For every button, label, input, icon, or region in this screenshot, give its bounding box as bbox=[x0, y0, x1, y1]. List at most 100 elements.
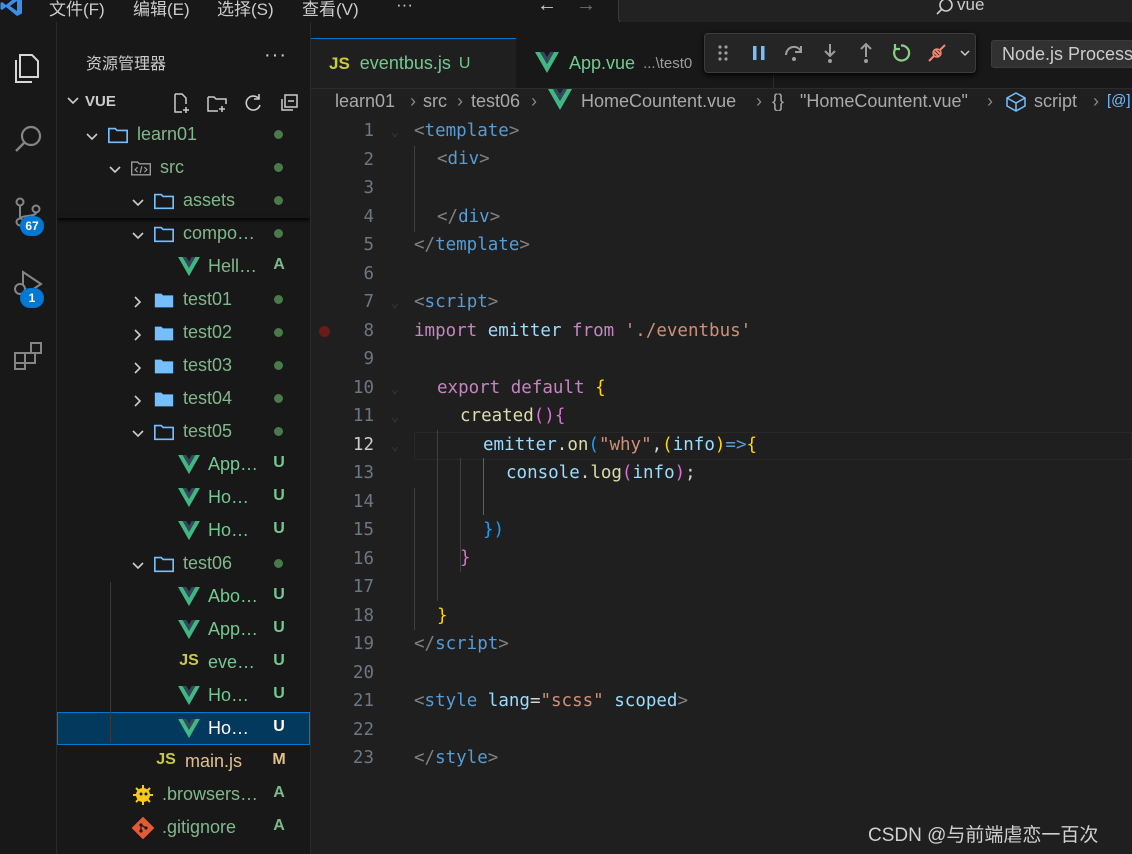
tab-eventbus-js[interactable]: JS eventbus.js U bbox=[311, 38, 516, 88]
tree-item[interactable]: src bbox=[57, 151, 310, 184]
line-number: 20 bbox=[352, 662, 374, 683]
fold-chevron-icon[interactable]: ⌄ bbox=[391, 439, 399, 454]
code-line-1: <template> bbox=[414, 121, 520, 141]
collapse-all-icon[interactable] bbox=[275, 91, 303, 115]
git-status-badge: U bbox=[273, 619, 285, 636]
vue-file-icon bbox=[535, 52, 559, 73]
vue-file-icon bbox=[178, 256, 200, 278]
restart-icon[interactable] bbox=[883, 35, 919, 71]
code-line-18: } bbox=[437, 606, 448, 626]
git-status-dot bbox=[274, 559, 283, 568]
tree-item[interactable]: test01 bbox=[57, 283, 310, 316]
breadcrumb-item[interactable]: src bbox=[423, 91, 447, 112]
tree-item[interactable]: App.vue U bbox=[57, 448, 310, 481]
breadcrumb-item[interactable]: script bbox=[1034, 91, 1077, 112]
tree-item[interactable]: App.vue U bbox=[57, 613, 310, 646]
menu-edit[interactable]: 编辑(E) bbox=[133, 0, 190, 20]
step-out-icon[interactable] bbox=[848, 35, 884, 71]
tree-item[interactable]: Home.vue U bbox=[57, 481, 310, 514]
vscode-logo-icon bbox=[0, 0, 22, 16]
tree-item-label: HomeC... bbox=[208, 718, 262, 738]
drag-handle-icon[interactable] bbox=[705, 35, 741, 71]
tree-item-label: compone... bbox=[183, 223, 260, 243]
tree-item[interactable]: test05 bbox=[57, 415, 310, 448]
fold-chevron-icon[interactable]: ⌄ bbox=[391, 125, 399, 140]
menu-file[interactable]: 文件(F) bbox=[49, 0, 105, 20]
pause-icon[interactable] bbox=[741, 35, 777, 71]
new-file-icon[interactable] bbox=[167, 91, 195, 115]
extensions-activity[interactable] bbox=[0, 332, 56, 380]
line-number: 13 bbox=[352, 463, 374, 483]
tree-item[interactable]: learn01 bbox=[57, 118, 310, 151]
tree-item[interactable]: test02 bbox=[57, 316, 310, 349]
activity-bar: 67 1 bbox=[0, 22, 57, 854]
search-activity[interactable] bbox=[0, 116, 56, 164]
menu-more[interactable]: ··· bbox=[396, 0, 413, 15]
sidebar-more-button[interactable]: ··· bbox=[264, 44, 287, 67]
fold-chevron-icon[interactable]: ⌄ bbox=[391, 382, 399, 397]
run-debug-activity[interactable]: 1 bbox=[0, 260, 56, 308]
tree-item-label: App.vue bbox=[208, 454, 262, 474]
tree-item[interactable]: .gitignore A bbox=[57, 811, 310, 844]
disconnect-icon[interactable] bbox=[919, 35, 955, 71]
tree-item-label: Home.vue bbox=[208, 487, 262, 507]
fold-chevron-icon[interactable]: ⌄ bbox=[391, 296, 399, 311]
breadcrumb-item[interactable]: test06 bbox=[471, 91, 520, 112]
line-number: 6 bbox=[363, 263, 374, 284]
tree-item-label: .gitignore bbox=[162, 817, 237, 837]
fold-chevron-icon[interactable]: ⌄ bbox=[391, 410, 399, 425]
script-icon bbox=[1005, 92, 1027, 115]
step-into-icon[interactable] bbox=[812, 35, 848, 71]
git-status-dot bbox=[274, 394, 283, 403]
breadcrumb-item[interactable]: learn01 bbox=[335, 91, 395, 112]
menu-view[interactable]: 查看(V) bbox=[302, 0, 359, 20]
tree-item[interactable]: Home.vue U bbox=[57, 679, 310, 712]
tree-item[interactable]: JS main.js M bbox=[57, 745, 310, 778]
tree-item[interactable]: HelloWo... A bbox=[57, 250, 310, 283]
tree-item-label: test04 bbox=[183, 388, 233, 408]
folder-icon bbox=[153, 388, 175, 410]
git-icon bbox=[132, 817, 154, 839]
folder-icon bbox=[153, 289, 175, 311]
vue-file-icon bbox=[178, 685, 200, 707]
code-line-5: </template> bbox=[414, 235, 530, 255]
tab-label: App.vue bbox=[569, 52, 636, 73]
code-editor[interactable]: 1 2 3 4 5 6 7 8 9 10 11 12 13 14 15 16 17 18 19 20 21 22 23 ⌄ ⌄ ⌄… bbox=[311, 118, 1132, 854]
code-line-11: created(){ bbox=[460, 406, 566, 426]
tree-item[interactable]: assets bbox=[57, 184, 310, 217]
command-center-search[interactable]: vue bbox=[618, 0, 1132, 24]
tree-item[interactable]: test03 bbox=[57, 349, 310, 382]
chevron-down-icon bbox=[131, 194, 145, 215]
menu-selection[interactable]: 选择(S) bbox=[217, 0, 274, 20]
line-number: 2 bbox=[363, 149, 374, 170]
debug-process-select[interactable]: Node.js Process bbox=[991, 40, 1132, 68]
chevron-right-icon bbox=[131, 359, 145, 380]
tree-item[interactable]: test06 bbox=[57, 547, 310, 580]
js-file-icon: JS bbox=[156, 751, 176, 768]
workspace-section-header[interactable]: VUE bbox=[57, 89, 310, 115]
code-line-13: console.log(info); bbox=[506, 463, 696, 483]
tree-item[interactable]: compone... bbox=[57, 217, 310, 250]
tree-item[interactable]: HomeC... U bbox=[57, 514, 310, 547]
code-line-12: emitter.on("why",(info)=>{ bbox=[483, 435, 758, 455]
tree-item-label: main.js bbox=[185, 751, 243, 771]
breadcrumb-item[interactable]: "HomeCountent.vue" bbox=[800, 91, 968, 112]
tree-item-label: HomeC... bbox=[208, 520, 262, 540]
tree-item[interactable]: .browserslis... A bbox=[57, 778, 310, 811]
tree-item[interactable]: HomeC... U bbox=[57, 712, 310, 745]
tree-item[interactable]: About.vue U bbox=[57, 580, 310, 613]
step-over-icon[interactable] bbox=[776, 35, 812, 71]
refresh-icon[interactable] bbox=[239, 91, 267, 115]
new-folder-icon[interactable] bbox=[203, 91, 231, 115]
tree-item-label: src bbox=[160, 157, 184, 177]
explorer-sidebar: 资源管理器 ··· VUE learn01 src assets compone...… bbox=[57, 22, 311, 854]
tree-item[interactable]: JS eventbu... U bbox=[57, 646, 310, 679]
chevron-down-icon[interactable] bbox=[955, 35, 975, 71]
back-arrow-icon[interactable]: ← bbox=[537, 0, 557, 17]
tree-item[interactable]: test04 bbox=[57, 382, 310, 415]
source-control-activity[interactable]: 67 bbox=[0, 188, 56, 236]
explorer-activity[interactable] bbox=[0, 44, 56, 92]
forward-arrow-icon[interactable]: → bbox=[576, 0, 596, 17]
code-line-4: </div> bbox=[437, 207, 501, 227]
breadcrumb-item[interactable]: HomeCountent.vue bbox=[581, 91, 736, 112]
